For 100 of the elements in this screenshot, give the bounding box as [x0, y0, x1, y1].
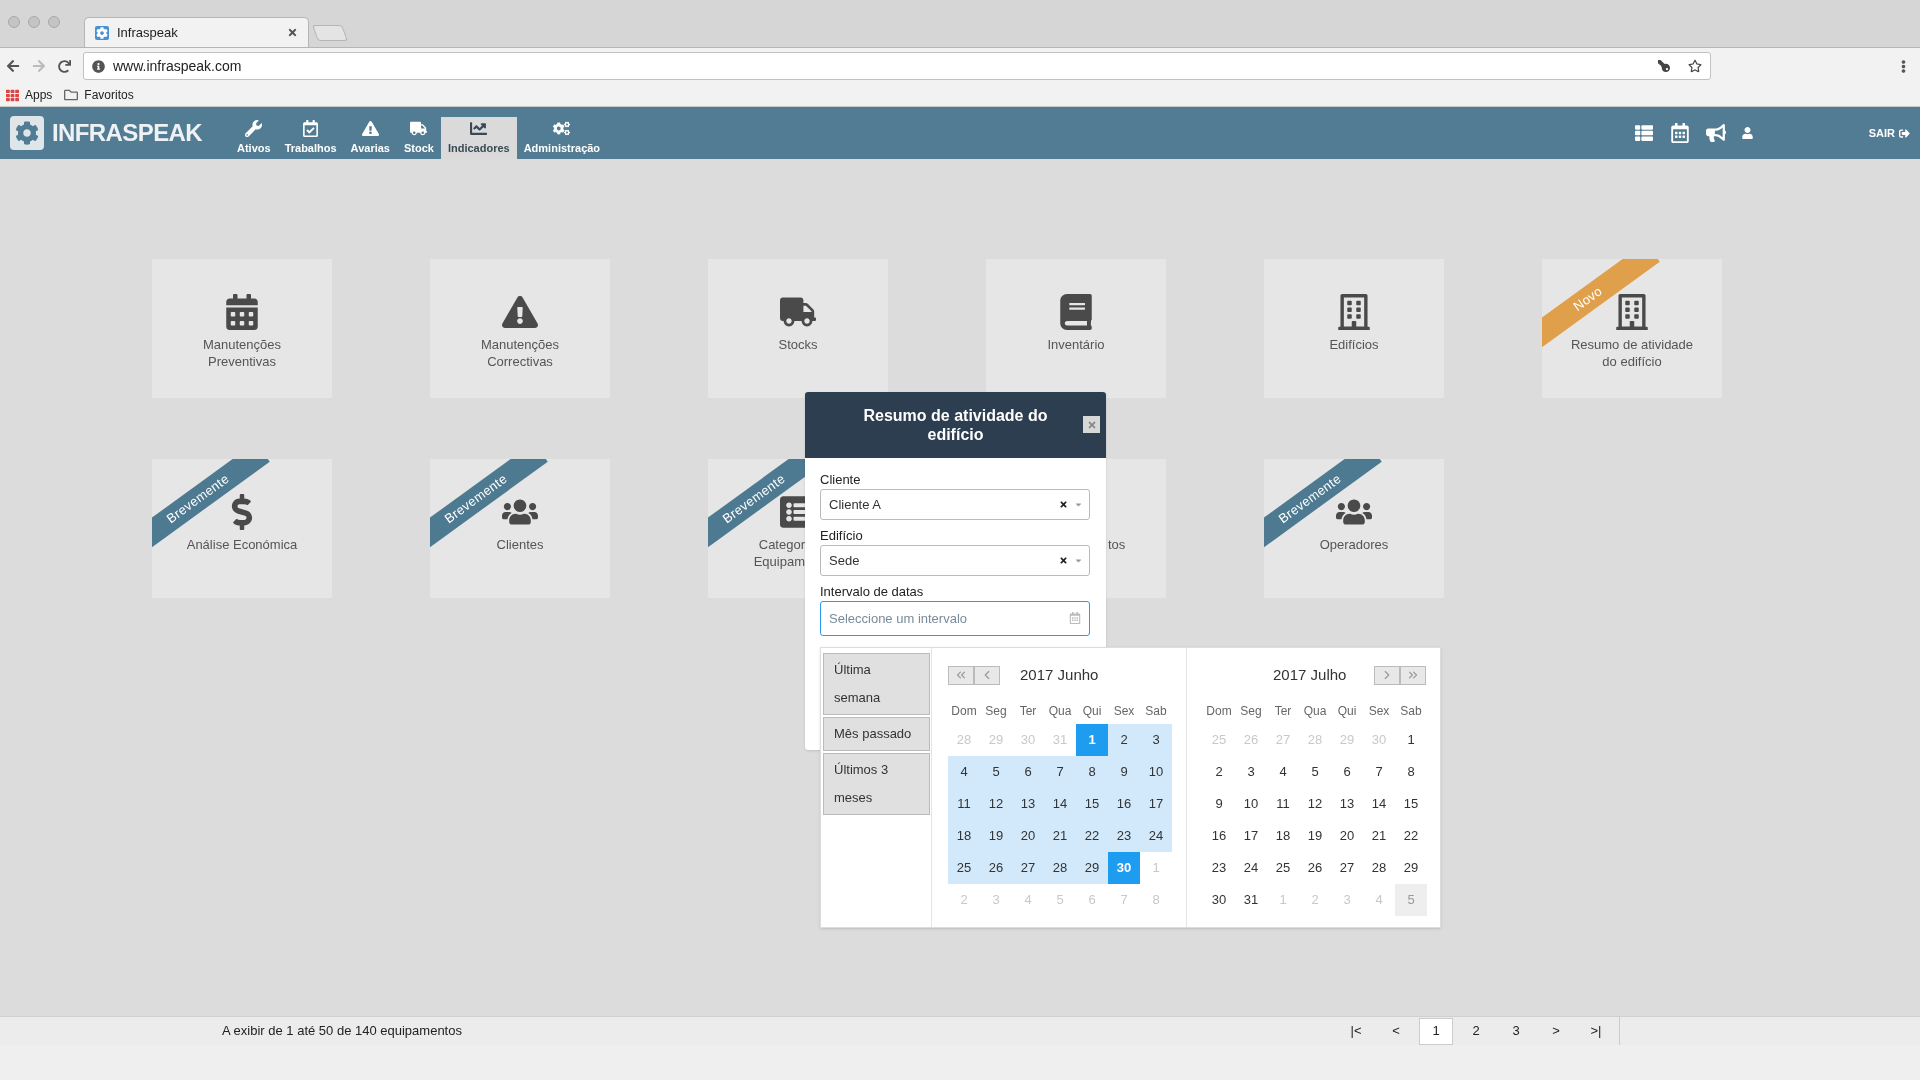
calendar-day[interactable]: 19	[1299, 820, 1331, 852]
card[interactable]: Stocks	[708, 259, 888, 398]
calendar-day[interactable]: 7	[1044, 756, 1076, 788]
calendar-day[interactable]: 13	[1331, 788, 1363, 820]
address-bar[interactable]: www.infraspeak.com	[83, 52, 1711, 80]
page-button[interactable]: >	[1539, 1017, 1573, 1045]
calendar-day[interactable]: 6	[1331, 756, 1363, 788]
nav-tab[interactable]: Avarias	[343, 117, 397, 159]
card[interactable]: Inventário	[986, 259, 1166, 398]
calendar-day[interactable]: 2	[1108, 724, 1140, 756]
calendar-day[interactable]: 26	[980, 852, 1012, 884]
calendar-day[interactable]: 3	[1235, 756, 1267, 788]
clear-icon[interactable]	[1059, 556, 1068, 565]
calendar-day[interactable]: 24	[1235, 852, 1267, 884]
calendar-day[interactable]: 8	[1076, 756, 1108, 788]
calendar-day[interactable]: 21	[1363, 820, 1395, 852]
calendar-day[interactable]: 10	[1140, 756, 1172, 788]
page-button[interactable]: 1	[1419, 1017, 1453, 1045]
calendar-day[interactable]: 16	[1108, 788, 1140, 820]
caret-icon[interactable]	[1074, 500, 1083, 509]
select-field[interactable]: Sede	[820, 545, 1090, 576]
calendar-day[interactable]: 25	[948, 852, 980, 884]
calendar-day[interactable]: 8	[1395, 756, 1427, 788]
range-preset-button[interactable]: Últimos 3 meses	[823, 753, 930, 815]
calendar-day[interactable]: 23	[1203, 852, 1235, 884]
page-button[interactable]: |<	[1339, 1017, 1373, 1045]
user-icon[interactable]	[1741, 127, 1753, 139]
megaphone-icon[interactable]	[1705, 124, 1726, 142]
calendar-day[interactable]: 2	[1203, 756, 1235, 788]
clear-icon[interactable]	[1059, 500, 1068, 509]
back-icon[interactable]	[6, 59, 20, 73]
range-preset-button[interactable]: Mês passado	[823, 717, 930, 751]
bookmark-link[interactable]: Apps	[6, 86, 53, 104]
calendar-day[interactable]: 29	[1076, 852, 1108, 884]
calendar-day[interactable]: 27	[1012, 852, 1044, 884]
calendar-day[interactable]: 29	[1395, 852, 1427, 884]
page-button[interactable]: >|	[1579, 1017, 1613, 1045]
logout-button[interactable]: SAIR	[1868, 124, 1910, 142]
next-year-button[interactable]	[1400, 665, 1426, 685]
calendar-day[interactable]: 9	[1108, 756, 1140, 788]
select-field[interactable]: Cliente A	[820, 489, 1090, 520]
calendar-day[interactable]: 22	[1395, 820, 1427, 852]
calendar-day[interactable]: 7	[1363, 756, 1395, 788]
calendar-day[interactable]: 16	[1203, 820, 1235, 852]
bookmark-link[interactable]: Favoritos	[64, 86, 134, 104]
calendar-day[interactable]: 12	[980, 788, 1012, 820]
calendar-day[interactable]: 5	[980, 756, 1012, 788]
nav-tab[interactable]: Trabalhos	[277, 117, 344, 159]
calendar-day[interactable]: 6	[1012, 756, 1044, 788]
calendar-day[interactable]: 24	[1140, 820, 1172, 852]
calendar-day[interactable]: 4	[948, 756, 980, 788]
close-button[interactable]	[1083, 416, 1100, 433]
calendar-day[interactable]: 5	[1299, 756, 1331, 788]
reload-icon[interactable]	[58, 59, 71, 73]
calendar-day[interactable]: 30	[1203, 884, 1235, 916]
calendar-day[interactable]: 1	[1395, 724, 1427, 756]
nav-tab[interactable]: Indicadores	[440, 117, 517, 159]
calendar-day[interactable]: 14	[1363, 788, 1395, 820]
calendar-day[interactable]: 9	[1203, 788, 1235, 820]
calendar-day[interactable]: 14	[1044, 788, 1076, 820]
calendar-day[interactable]: 31	[1235, 884, 1267, 916]
calendar-day[interactable]: 15	[1395, 788, 1427, 820]
calendar-day[interactable]: 13	[1012, 788, 1044, 820]
calendar-day[interactable]: 4	[1267, 756, 1299, 788]
calendar-day[interactable]: 19	[980, 820, 1012, 852]
calendar-day[interactable]: 17	[1235, 820, 1267, 852]
calendar-day[interactable]: 15	[1076, 788, 1108, 820]
calendar-day[interactable]: 22	[1076, 820, 1108, 852]
calendar-day[interactable]: 17	[1140, 788, 1172, 820]
page-button[interactable]: 3	[1499, 1017, 1533, 1045]
bookmark-star-icon[interactable]	[1688, 59, 1702, 73]
caret-icon[interactable]	[1074, 556, 1083, 565]
card[interactable]: Novo Resumo de atividade do edifício	[1542, 259, 1722, 398]
calendar-day[interactable]: 23	[1108, 820, 1140, 852]
nav-tab[interactable]: Administração	[516, 117, 608, 159]
calendar-day[interactable]: 21	[1044, 820, 1076, 852]
calendar-day[interactable]: 11	[948, 788, 980, 820]
calendar-day[interactable]: 27	[1331, 852, 1363, 884]
nav-tab[interactable]: Ativos	[230, 117, 278, 159]
close-tab-icon[interactable]	[287, 27, 298, 38]
range-preset-button[interactable]: Última semana	[823, 653, 930, 715]
nav-tab[interactable]: Stock	[396, 117, 441, 159]
calendar-day[interactable]: 18	[948, 820, 980, 852]
calendar-day[interactable]: 10	[1235, 788, 1267, 820]
calendar-icon[interactable]	[1669, 123, 1690, 143]
calendar-day[interactable]: 26	[1299, 852, 1331, 884]
previous-year-button[interactable]	[948, 665, 974, 685]
calendar-day[interactable]: 18	[1267, 820, 1299, 852]
calendar-day[interactable]: 25	[1267, 852, 1299, 884]
browser-tab[interactable]: Infraspeak	[84, 17, 309, 47]
card[interactable]: Manutenções Preventivas	[152, 259, 332, 398]
calendar-day[interactable]: 12	[1299, 788, 1331, 820]
card[interactable]: Manutenções Correctivas	[430, 259, 610, 398]
calendar-day[interactable]: 28	[1363, 852, 1395, 884]
page-button[interactable]: 2	[1459, 1017, 1493, 1045]
calendar-day[interactable]: 20	[1012, 820, 1044, 852]
calendar-day[interactable]: 11	[1267, 788, 1299, 820]
card[interactable]: Edifícios	[1264, 259, 1444, 398]
calendar-day[interactable]: 3	[1140, 724, 1172, 756]
page-button[interactable]: <	[1379, 1017, 1413, 1045]
